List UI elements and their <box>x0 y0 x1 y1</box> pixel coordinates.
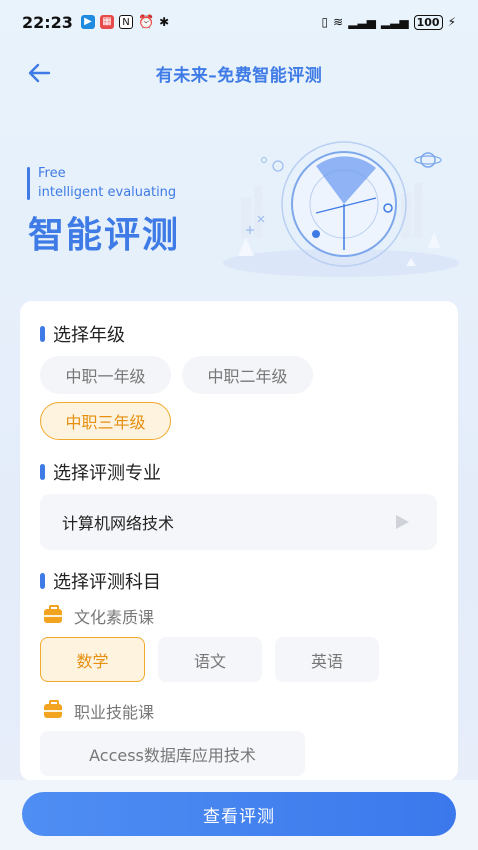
briefcase-icon <box>44 605 62 623</box>
nfc-icon: N <box>118 15 133 29</box>
calendar-notification-icon: ▦ <box>99 15 114 29</box>
briefcase-icon <box>44 700 62 718</box>
vocational-course-label: 职业技能课 <box>74 703 155 722</box>
grade-section-label: 选择年级 <box>53 325 125 346</box>
hero-title: 智能评测 <box>28 215 181 256</box>
subject-option-access[interactable]: Access数据库应用技术 <box>40 731 305 776</box>
grade-option-2[interactable]: 中职二年级 <box>182 356 313 394</box>
section-marker <box>40 464 45 480</box>
page-title: 有未来–免费智能评测 <box>155 65 323 86</box>
vocational-course-header: 职业技能课 <box>44 699 154 723</box>
status-time: 22:23 <box>22 12 73 32</box>
status-bar: 22:23 ▶ ▦ N ⏰ ✱ ▯ ≋ ▂▃▅ ▂▃▅ 100 ⚡ <box>0 0 478 44</box>
hero-accent-bar <box>27 167 30 200</box>
subject-option-chinese[interactable]: 语文 <box>158 637 262 682</box>
status-left: 22:23 ▶ ▦ N ⏰ ✱ <box>22 13 169 32</box>
hero-en-line1: Free <box>38 166 66 181</box>
wifi-icon: ≋ <box>333 15 344 29</box>
bottom-action-bar: 查看评测 <box>0 780 478 850</box>
vibrate-icon: ▯ <box>321 15 329 29</box>
back-button[interactable] <box>24 58 54 88</box>
app-notification-icon: ▶ <box>80 15 95 29</box>
back-arrow-icon <box>28 63 51 83</box>
subject-option-english[interactable]: 英语 <box>275 637 379 682</box>
status-right: ▯ ≋ ▂▃▅ ▂▃▅ 100 ⚡ <box>321 14 456 30</box>
nav-bar: 有未来–免费智能评测 <box>0 52 478 94</box>
evaluation-form-card: 选择年级 中职一年级 中职二年级 中职三年级 选择评测专业 计算机网络技术 选择… <box>20 301 458 781</box>
subject-section-title: 选择评测科目 <box>40 568 161 594</box>
alarm-icon: ⏰ <box>137 14 155 30</box>
play-arrow-icon <box>396 515 409 529</box>
radar-illustration <box>223 141 459 277</box>
battery-icon: 100 <box>413 14 443 30</box>
signal-icon-2: ▂▃▅ <box>380 15 409 29</box>
signal-icon-1: ▂▃▅ <box>348 15 376 29</box>
subject-option-math[interactable]: 数学 <box>40 637 145 682</box>
grade-option-3[interactable]: 中职三年级 <box>40 402 171 440</box>
culture-course-label: 文化素质课 <box>74 608 155 627</box>
grade-section-title: 选择年级 <box>40 321 125 347</box>
major-section-title: 选择评测专业 <box>40 459 161 485</box>
major-section-label: 选择评测专业 <box>53 463 161 484</box>
hero-banner: Free intelligent evaluating 智能评测 <box>0 130 478 290</box>
view-evaluation-button[interactable]: 查看评测 <box>22 792 456 836</box>
section-marker <box>40 326 45 342</box>
bluetooth-icon: ✱ <box>159 15 170 29</box>
major-value: 计算机网络技术 <box>62 514 175 533</box>
major-select[interactable]: 计算机网络技术 <box>40 494 437 550</box>
section-marker <box>40 573 45 589</box>
culture-course-header: 文化素质课 <box>44 604 154 628</box>
subject-section-label: 选择评测科目 <box>53 572 161 593</box>
grade-option-1[interactable]: 中职一年级 <box>40 356 171 394</box>
charging-icon: ⚡ <box>447 15 456 29</box>
hero-en-line2: intelligent evaluating <box>38 185 177 200</box>
